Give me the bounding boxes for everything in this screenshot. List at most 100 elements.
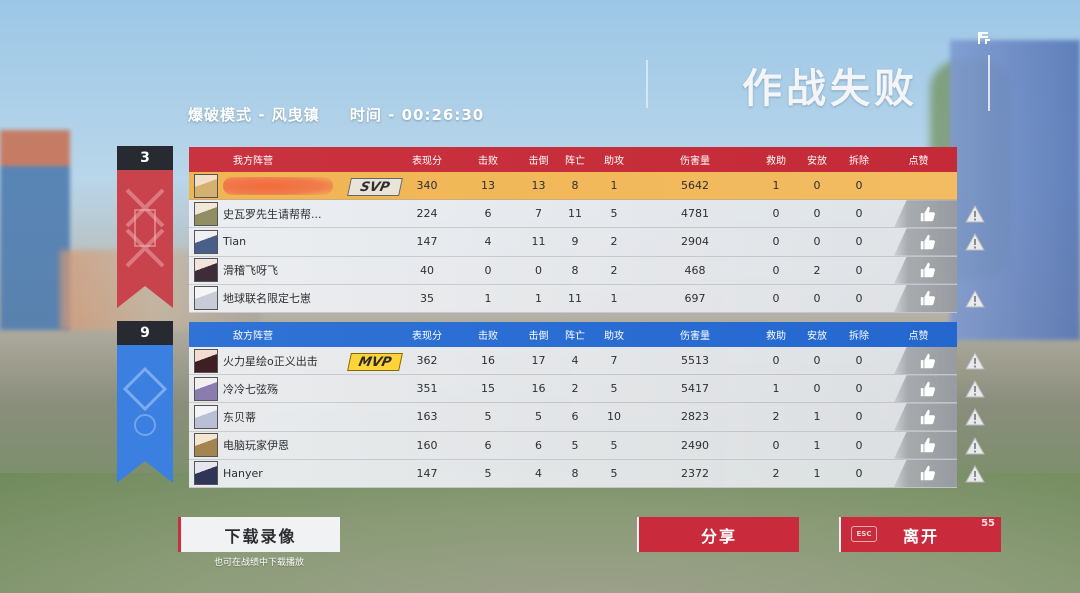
header-death: 阵亡 bbox=[565, 156, 585, 167]
share-button[interactable]: 分享 bbox=[637, 517, 799, 552]
cell-down: 5 bbox=[535, 410, 542, 424]
cell-rescue: 1 bbox=[772, 382, 780, 396]
header-like: 点赞 bbox=[908, 156, 929, 167]
like-button[interactable] bbox=[894, 375, 957, 403]
cell-score: 147 bbox=[416, 466, 438, 480]
header-defuse: 拆除 bbox=[849, 331, 869, 342]
cell-defuse: 0 bbox=[855, 263, 863, 277]
cell-kill: 0 bbox=[484, 263, 492, 277]
report-warning-icon[interactable] bbox=[965, 352, 985, 370]
like-button[interactable] bbox=[894, 431, 957, 459]
table-row[interactable]: 冷冷七弦殇 351 15 16 2 5 5417 1 0 0 bbox=[189, 375, 985, 404]
cell-kill: 6 bbox=[484, 438, 492, 452]
leave-button[interactable]: ESC 离开 55 bbox=[839, 517, 1001, 552]
like-button[interactable] bbox=[894, 347, 957, 375]
cell-death: 11 bbox=[568, 291, 582, 305]
cell-plant: 0 bbox=[813, 179, 821, 193]
cell-plant: 0 bbox=[813, 235, 821, 249]
avatar bbox=[194, 348, 218, 373]
report-warning-icon[interactable] bbox=[965, 436, 985, 455]
thumbs-up-icon bbox=[920, 206, 935, 221]
table-row[interactable]: 滑稽飞呀飞 40 0 0 8 2 468 0 2 0 bbox=[189, 256, 957, 285]
cell-death: 8 bbox=[571, 466, 579, 480]
cell-down: 0 bbox=[535, 263, 542, 277]
ally-scoreboard: 我方阵营 表现分 击败 击倒 阵亡 助攻 伤害量 救助 安放 拆除 点赞 SVP… bbox=[189, 147, 985, 313]
team-title: 敌方阵营 bbox=[233, 331, 273, 342]
cell-down: 6 bbox=[535, 438, 542, 452]
cell-rescue: 0 bbox=[772, 438, 780, 452]
cell-damage: 5417 bbox=[681, 382, 709, 396]
cell-kill: 4 bbox=[484, 235, 492, 249]
thumbs-up-icon bbox=[920, 234, 935, 250]
report-warning-icon[interactable] bbox=[965, 289, 985, 308]
cell-defuse: 0 bbox=[855, 382, 863, 396]
table-row[interactable]: 地球联名限定七崽 35 1 1 11 1 697 0 0 0 bbox=[189, 284, 985, 313]
cell-defuse: 0 bbox=[855, 438, 863, 452]
like-button[interactable] bbox=[894, 228, 957, 256]
leave-label: 离开 bbox=[902, 526, 939, 546]
cell-rescue: 1 bbox=[772, 179, 780, 193]
like-button[interactable] bbox=[894, 403, 957, 431]
like-button[interactable] bbox=[894, 200, 957, 228]
cell-death: 11 bbox=[568, 207, 582, 221]
cell-score: 362 bbox=[416, 354, 438, 368]
cell-assist: 10 bbox=[607, 410, 621, 424]
table-row[interactable]: 史瓦罗先生请帮帮... 224 6 7 11 5 4781 0 0 0 bbox=[189, 200, 985, 229]
flag-icon[interactable] bbox=[976, 30, 992, 46]
cell-plant: 1 bbox=[813, 438, 821, 452]
cell-death: 5 bbox=[571, 438, 579, 452]
table-row[interactable]: 东贝蒂 163 5 5 6 10 2823 2 1 0 bbox=[189, 403, 985, 432]
cell-death: 9 bbox=[571, 235, 579, 249]
avatar bbox=[194, 229, 218, 254]
ally-team-badge: 3 bbox=[117, 146, 173, 312]
cell-damage: 5642 bbox=[681, 179, 709, 193]
thumbs-up-icon bbox=[920, 291, 935, 306]
like-button[interactable] bbox=[894, 284, 957, 312]
cell-rescue: 0 bbox=[772, 235, 780, 249]
like-button[interactable] bbox=[894, 459, 957, 487]
player-name: 滑稽飞呀飞 bbox=[223, 264, 278, 278]
header-like: 点赞 bbox=[908, 331, 929, 342]
mode-label: 爆破模式 - 风曳镇 bbox=[188, 106, 320, 124]
cell-rescue: 0 bbox=[772, 291, 780, 305]
player-name: 东贝蒂 bbox=[223, 410, 256, 424]
title-divider-right bbox=[988, 55, 990, 111]
cell-score: 35 bbox=[420, 291, 434, 305]
header-score: 表现分 bbox=[412, 331, 442, 342]
like-button[interactable] bbox=[894, 256, 957, 284]
cell-defuse: 0 bbox=[855, 466, 863, 480]
cell-down: 17 bbox=[531, 354, 546, 368]
table-row[interactable]: Tian 147 4 11 9 2 2904 0 0 0 bbox=[189, 228, 985, 257]
report-warning-icon[interactable] bbox=[965, 408, 985, 426]
report-warning-icon[interactable] bbox=[965, 464, 985, 483]
download-replay-button[interactable]: 下载录像 bbox=[178, 517, 340, 552]
ally-table-header: 我方阵营 表现分 击败 击倒 阵亡 助攻 伤害量 救助 安放 拆除 点赞 bbox=[189, 147, 957, 172]
cell-damage: 2490 bbox=[681, 438, 709, 452]
table-row[interactable]: SVP 340 13 13 8 1 5642 1 0 0 bbox=[189, 172, 957, 201]
cell-score: 351 bbox=[416, 382, 438, 396]
download-hint: 也可在战绩中下载播放 bbox=[213, 558, 304, 568]
match-result-title: 作战失败 bbox=[742, 66, 918, 112]
cell-damage: 697 bbox=[684, 291, 706, 305]
cell-defuse: 0 bbox=[855, 291, 863, 305]
cell-rescue: 2 bbox=[772, 466, 780, 480]
esc-key-hint: ESC bbox=[851, 526, 877, 542]
cell-kill: 13 bbox=[481, 179, 495, 193]
header-plant: 安放 bbox=[807, 331, 827, 342]
table-row[interactable]: 电脑玩家伊恩 160 6 6 5 5 2490 0 1 0 bbox=[189, 431, 985, 460]
header-down: 击倒 bbox=[528, 331, 549, 342]
report-warning-icon[interactable] bbox=[965, 380, 985, 398]
enemy-team-score: 9 bbox=[117, 321, 173, 345]
cell-kill: 1 bbox=[484, 291, 492, 305]
table-row[interactable]: Hanyer 147 5 4 8 5 2372 2 1 0 bbox=[189, 459, 985, 488]
header-assist: 助攻 bbox=[604, 331, 624, 342]
player-name: 电脑玩家伊恩 bbox=[223, 439, 289, 453]
cell-death: 6 bbox=[571, 410, 579, 424]
report-warning-icon[interactable] bbox=[965, 205, 985, 223]
thumbs-up-icon bbox=[920, 466, 935, 481]
cell-assist: 7 bbox=[610, 354, 618, 368]
header-down: 击倒 bbox=[528, 156, 549, 167]
table-row[interactable]: 火力星绘o正义出击 MVP 362 16 17 4 7 5513 0 0 0 bbox=[189, 347, 985, 376]
report-warning-icon[interactable] bbox=[965, 233, 985, 251]
cell-rescue: 0 bbox=[772, 354, 780, 368]
